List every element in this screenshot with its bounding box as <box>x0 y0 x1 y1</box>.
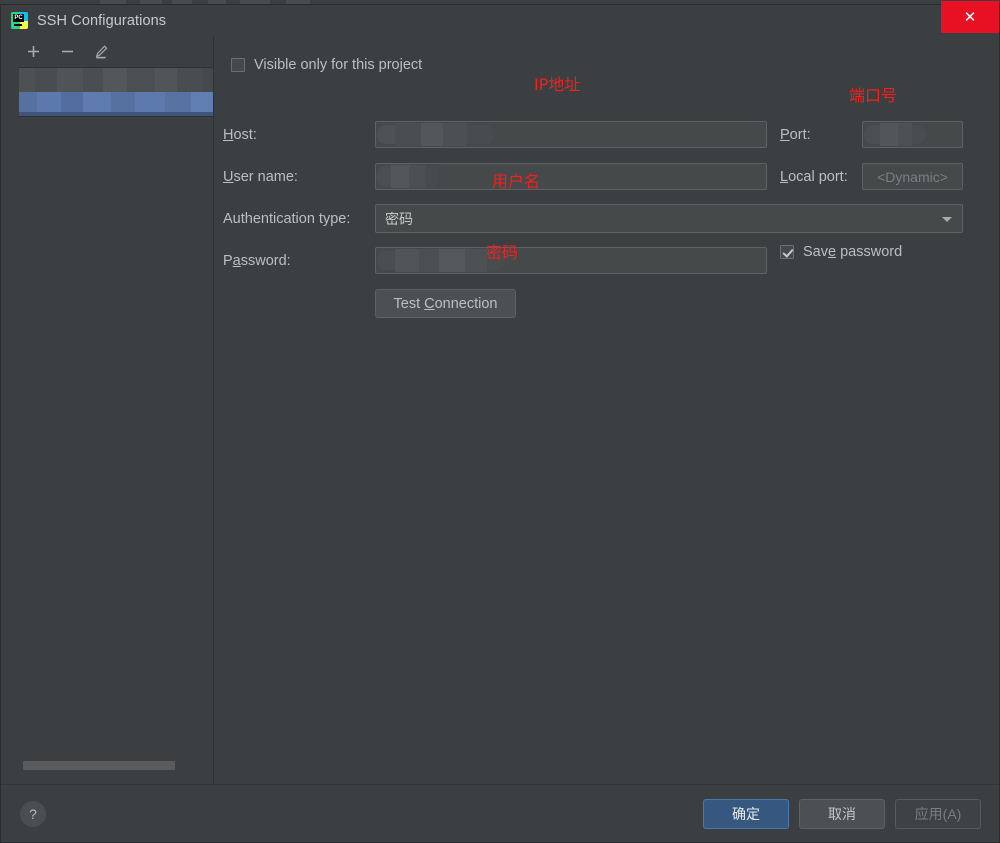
host-input[interactable] <box>375 121 767 148</box>
save-password-checkbox[interactable] <box>780 245 794 259</box>
window-title: SSH Configurations <box>37 12 167 29</box>
list-item[interactable] <box>19 92 213 116</box>
host-row: Host: <box>223 121 257 148</box>
redacted-port-value <box>864 123 926 146</box>
auth-type-value: 密码 <box>385 210 413 227</box>
local-port-row: Local port: <box>780 163 848 190</box>
test-connection-button[interactable]: Test Connection <box>375 289 516 318</box>
user-name-input[interactable] <box>375 163 767 190</box>
dialog-footer: ? 确定 取消 应用(A) <box>1 784 999 842</box>
password-input[interactable] <box>375 247 767 274</box>
list-toolbar <box>1 36 213 67</box>
password-label: Password: <box>223 252 291 269</box>
list-bottom-divider <box>19 116 213 117</box>
list-horizontal-scrollbar[interactable] <box>23 761 175 770</box>
footer-buttons: 确定 取消 应用(A) <box>703 798 981 829</box>
list-item[interactable] <box>19 68 213 92</box>
ok-button[interactable]: 确定 <box>703 798 789 829</box>
configurations-list[interactable] <box>1 67 213 784</box>
redacted-user-name-value <box>377 165 437 188</box>
auth-type-row: Authentication type: <box>223 205 350 232</box>
password-row: Password: <box>223 247 291 274</box>
close-icon[interactable]: ✕ <box>941 1 999 33</box>
ssh-configurations-dialog: PC SSH Configurations ✕ Visible only for… <box>0 1 1000 843</box>
port-input[interactable] <box>862 121 963 148</box>
save-password-label: Save password <box>803 244 903 260</box>
add-icon[interactable] <box>23 42 43 62</box>
configurations-list-pane <box>1 36 214 784</box>
annotation-port: 端口号 <box>849 86 898 105</box>
host-label: Host: <box>223 126 257 143</box>
help-icon[interactable]: ? <box>20 800 46 827</box>
apply-button[interactable]: 应用(A) <box>895 798 981 829</box>
title-bar: PC SSH Configurations ✕ <box>1 1 999 36</box>
auth-type-select[interactable]: 密码 <box>375 204 963 233</box>
annotation-password: 密码 <box>486 243 519 262</box>
visible-only-checkbox[interactable] <box>231 58 245 72</box>
remove-icon[interactable] <box>57 42 77 62</box>
port-row: Port: <box>780 121 811 148</box>
auth-type-label: Authentication type: <box>223 210 351 227</box>
redacted-host-value <box>377 123 495 146</box>
local-port-label: Local port: <box>780 168 848 185</box>
edit-pencil-icon[interactable] <box>91 42 111 62</box>
dialog-body: Visible only for this project Host: Port… <box>1 36 999 784</box>
user-name-row: User name: <box>223 163 298 190</box>
pycharm-icon: PC <box>11 12 28 29</box>
visible-only-label: Visible only for this project <box>254 57 423 73</box>
annotation-username: 用户名 <box>492 172 541 191</box>
cancel-button[interactable]: 取消 <box>799 798 885 829</box>
redacted-text <box>19 68 213 92</box>
chevron-down-icon[interactable] <box>942 216 952 222</box>
redacted-text <box>19 92 213 116</box>
user-name-label: User name: <box>223 168 298 185</box>
annotation-ip: IP地址 <box>534 75 581 94</box>
port-label: Port: <box>780 126 811 143</box>
save-password-row[interactable]: Save password <box>780 244 902 260</box>
visible-only-row[interactable]: Visible only for this project <box>231 57 422 73</box>
test-connection-label: Test Connection <box>393 295 498 312</box>
local-port-input[interactable]: <Dynamic> <box>862 163 963 190</box>
ssh-config-form: Visible only for this project Host: Port… <box>214 36 999 784</box>
